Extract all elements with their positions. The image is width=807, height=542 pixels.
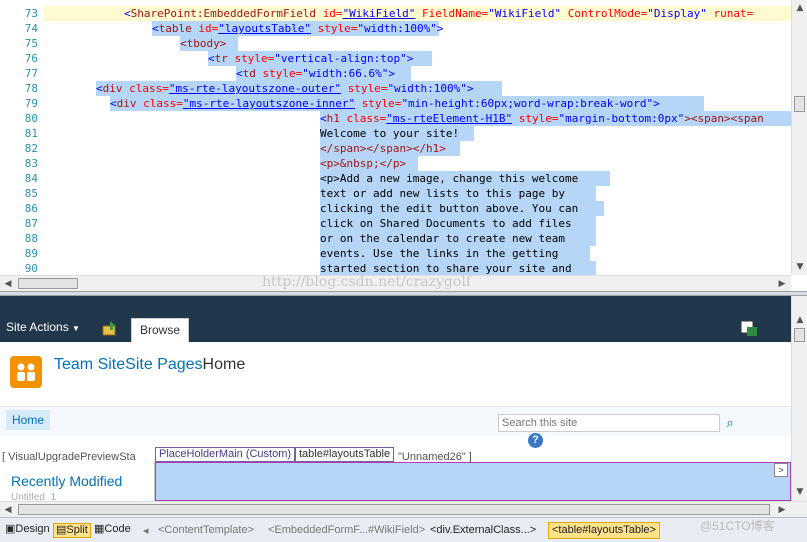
search-input[interactable]: Search this site	[498, 414, 720, 432]
crumb-content-template[interactable]: <ContentTemplate>	[158, 524, 254, 536]
scroll-left-icon[interactable]: ◀	[0, 276, 16, 291]
line-number: 80	[24, 112, 38, 125]
code-line-86[interactable]: clicking the edit button above. You can	[320, 201, 578, 216]
scroll-right-icon[interactable]: ▶	[774, 502, 790, 518]
search-icon[interactable]: ⌕	[720, 413, 740, 433]
breadcrumb-home: Home	[202, 356, 246, 373]
scroll-right-icon[interactable]: ▶	[774, 276, 790, 291]
line-number: 87	[24, 217, 38, 230]
split-view-button[interactable]: ▤Split	[53, 523, 91, 538]
site-actions-label: Site Actions	[6, 320, 69, 334]
code-line-75[interactable]: <tbody>	[180, 36, 226, 51]
chevron-down-icon: ▼	[72, 324, 80, 333]
crumb-embedded-form-field[interactable]: <EmbeddedFormF...#WikiField>	[268, 524, 425, 536]
scroll-down-icon[interactable]: ▼	[792, 484, 807, 500]
line-number: 75	[24, 37, 38, 50]
recent-item[interactable]: Untitled_1	[11, 492, 56, 501]
scroll-down-icon[interactable]: ▼	[792, 259, 807, 275]
line-number: 81	[24, 127, 38, 140]
code-line-77[interactable]: <td style="width:66.6%">	[236, 66, 395, 81]
ribbon-bar: Site Actions ▼ Browse	[0, 296, 791, 342]
tab-browse[interactable]: Browse	[131, 318, 189, 342]
line-number: 85	[24, 187, 38, 200]
design-label: Design	[15, 523, 50, 535]
line-number: 90	[24, 262, 38, 275]
code-label: Code	[104, 523, 131, 535]
line-number: 74	[24, 22, 38, 35]
sharepoint-designer-icon[interactable]	[740, 319, 758, 337]
chevron-right-icon[interactable]: >	[774, 463, 788, 477]
scroll-thumb[interactable]	[18, 278, 78, 289]
code-view[interactable]: 73 74 75 76 77 78 79 80 81 82 83 84 85 8…	[0, 0, 807, 291]
chevron-left-icon[interactable]: ◂	[143, 524, 149, 537]
scroll-up-icon[interactable]: ▲	[792, 0, 807, 16]
selected-table-region[interactable]	[155, 462, 791, 501]
design-view-button[interactable]: ▣Design	[3, 523, 52, 538]
table-tag[interactable]: table#layoutsTable	[295, 447, 395, 462]
line-number: 73	[24, 7, 38, 20]
line-number: 86	[24, 202, 38, 215]
placeholder-tag[interactable]: PlaceHolderMain (Custom)	[155, 447, 296, 462]
watermark: @51CTO博客	[700, 519, 775, 533]
code-line-79[interactable]: <div class="ms-rte-layoutszone-inner" st…	[110, 96, 660, 111]
design-view[interactable]: Site Actions ▼ Browse Team SiteSite Page…	[0, 296, 791, 501]
scroll-thumb[interactable]	[794, 328, 805, 342]
site-logo	[10, 356, 42, 388]
split-label: Split	[66, 524, 88, 536]
scroll-thumb[interactable]	[794, 96, 805, 112]
watermark: http://blog.csdn.net/crazygolf	[262, 274, 471, 290]
crumb-div-external-class[interactable]: <div.ExternalClass...>	[430, 524, 536, 536]
line-number: 89	[24, 247, 38, 260]
code-vertical-scrollbar[interactable]: ▲ ▼	[791, 0, 807, 275]
navigate-up-icon[interactable]	[102, 320, 118, 336]
line-number: 84	[24, 172, 38, 185]
crumb-layouts-table[interactable]: <table#layoutsTable>	[548, 522, 660, 539]
nav-home[interactable]: Home	[6, 410, 51, 430]
line-number: 82	[24, 142, 38, 155]
code-line-87[interactable]: click on Shared Documents to add files	[320, 216, 572, 231]
code-line-88[interactable]: or on the calendar to create new team	[320, 231, 565, 246]
code-line-73[interactable]: <SharePoint:EmbeddedFormField id="WikiFi…	[124, 6, 753, 21]
unnamed-label: "Unnamed26" ]	[398, 451, 472, 463]
site-actions-menu[interactable]: Site Actions ▼	[6, 320, 80, 334]
recently-modified-heading[interactable]: Recently Modified	[11, 473, 122, 489]
line-number: 78	[24, 82, 38, 95]
line-number: 79	[24, 97, 38, 110]
page-title: Team SiteSite PagesHome	[54, 356, 245, 374]
breadcrumb-team-site[interactable]: Team Site	[54, 356, 125, 373]
breadcrumb-site-pages[interactable]: Site Pages	[125, 356, 202, 373]
code-line-85[interactable]: text or add new lists to this page by	[320, 186, 565, 201]
scroll-up-icon[interactable]: ▲	[792, 312, 807, 328]
line-number: 83	[24, 157, 38, 170]
scroll-left-icon[interactable]: ◀	[0, 502, 16, 518]
status-bar: ▣Design ▤Split ▦Code ◂ <ContentTemplate>…	[0, 517, 807, 542]
line-number: 88	[24, 232, 38, 245]
code-line-84[interactable]: <p>Add a new image, change this welcome	[320, 171, 578, 186]
code-line-76[interactable]: <tr style="vertical-align:top">	[208, 51, 413, 66]
code-line-89[interactable]: events. Use the links in the getting	[320, 246, 558, 261]
split-icon: ▤	[56, 524, 67, 536]
people-icon	[17, 363, 35, 381]
quick-launch: Recently Modified Untitled_1	[0, 462, 155, 501]
code-icon: ▦	[94, 523, 105, 535]
line-number: 77	[24, 67, 38, 80]
code-line-78[interactable]: <div class="ms-rte-layoutszone-outer" st…	[96, 81, 474, 96]
code-line-81[interactable]: Welcome to your site!	[320, 126, 459, 141]
help-icon[interactable]: ?	[528, 433, 543, 448]
code-line-74[interactable]: <table id="layoutsTable" style="width:10…	[152, 21, 443, 36]
code-view-button[interactable]: ▦Code	[92, 523, 133, 538]
line-number: 76	[24, 52, 38, 65]
title-area: Team SiteSite PagesHome	[0, 342, 791, 406]
scroll-thumb[interactable]	[18, 504, 770, 515]
design-horizontal-scrollbar[interactable]: ◀ ▶	[0, 501, 807, 517]
code-line-80[interactable]: <h1 class="ms-rteElement-H1B" style="mar…	[320, 111, 764, 126]
code-line-82[interactable]: </span></span></h1>	[320, 141, 446, 156]
code-line-83[interactable]: <p>&nbsp;</p>	[320, 156, 406, 171]
design-icon: ▣	[5, 523, 16, 535]
design-vertical-scrollbar[interactable]: ▲ ▼	[791, 296, 807, 501]
